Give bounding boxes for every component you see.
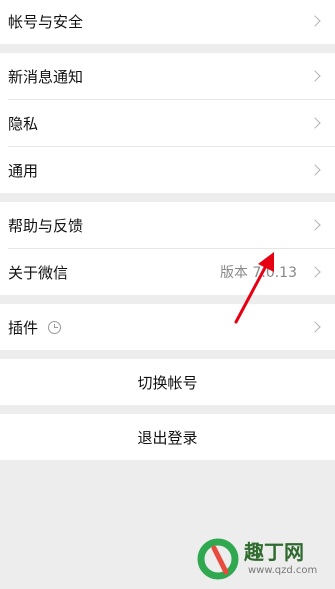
annotation-arrow xyxy=(234,252,274,324)
row-privacy[interactable]: 隐私 xyxy=(0,100,335,146)
watermark-logo: 趣丁网 www.qzd.com xyxy=(196,534,335,585)
chevron-right-icon xyxy=(309,219,321,231)
chevron-right-icon xyxy=(309,70,321,82)
chevron-right-icon xyxy=(309,15,321,27)
account-security-label: 帐号与安全 xyxy=(8,12,84,31)
logout-button[interactable]: 退出登录 xyxy=(0,414,335,460)
logo-slash xyxy=(211,545,229,575)
row-help-feedback[interactable]: 帮助与反馈 xyxy=(0,202,335,248)
chevron-right-icon xyxy=(309,321,321,333)
plugins-label: 插件 xyxy=(8,318,39,337)
about-wechat-label: 关于微信 xyxy=(8,263,69,282)
arrow-shaft xyxy=(234,260,270,324)
arrow-head xyxy=(258,252,274,272)
new-message-notify-label: 新消息通知 xyxy=(8,67,84,86)
chevron-right-icon xyxy=(309,266,321,278)
chevron-right-icon xyxy=(309,164,321,176)
watermark-site-name: 趣丁网 xyxy=(244,540,304,564)
privacy-label: 隐私 xyxy=(8,114,39,133)
group-notifications: 新消息通知 隐私 通用 xyxy=(0,53,335,193)
settings-screen: 帐号与安全 新消息通知 隐私 通用 帮助与反馈 关于微信 版本 7.0.13 插… xyxy=(0,0,335,460)
row-general[interactable]: 通用 xyxy=(0,147,335,193)
row-new-message-notify[interactable]: 新消息通知 xyxy=(0,53,335,99)
watermark-site-url: www.qzd.com xyxy=(248,565,318,576)
help-feedback-label: 帮助与反馈 xyxy=(8,216,84,235)
plugin-status-icon xyxy=(48,320,62,334)
group-account: 帐号与安全 xyxy=(0,0,335,44)
general-label: 通用 xyxy=(8,161,39,180)
chevron-right-icon xyxy=(309,117,321,129)
switch-account-button[interactable]: 切换帐号 xyxy=(0,359,335,405)
row-account-security[interactable]: 帐号与安全 xyxy=(0,0,335,44)
